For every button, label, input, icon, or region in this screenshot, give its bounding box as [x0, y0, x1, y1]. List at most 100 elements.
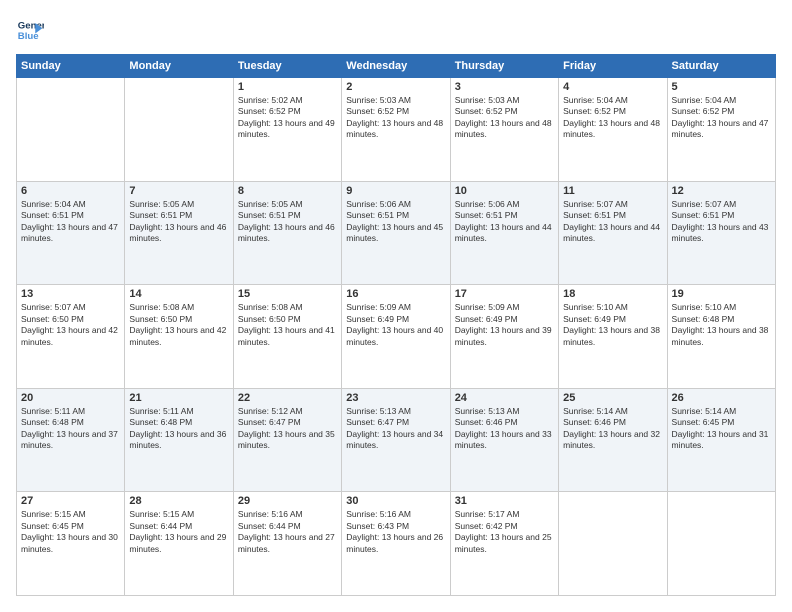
weekday-header: Tuesday [233, 55, 341, 78]
day-number: 15 [238, 288, 337, 300]
calendar-cell: 13Sunrise: 5:07 AM Sunset: 6:50 PM Dayli… [17, 285, 125, 389]
day-detail: Sunrise: 5:17 AM Sunset: 6:42 PM Dayligh… [455, 509, 554, 555]
day-number: 26 [672, 392, 771, 404]
calendar-cell: 31 Sunrise: 5:17 AM Sunset: 6:42 PM Dayli… [450, 492, 558, 596]
day-number: 30 [346, 495, 445, 507]
weekday-header: Sunday [17, 55, 125, 78]
day-number: 4 [563, 81, 662, 93]
day-detail: Sunrise: 5:03 AM Sunset: 6:52 PM Dayligh… [346, 95, 445, 141]
calendar-cell: 30 Sunrise: 5:16 AM Sunset: 6:43 PM Dayli… [342, 492, 450, 596]
weekday-header: Wednesday [342, 55, 450, 78]
calendar-cell: 7 Sunrise: 5:05 AM Sunset: 6:51 PM Daylig… [125, 181, 233, 285]
calendar-cell: 15Sunrise: 5:08 AM Sunset: 6:50 PM Dayli… [233, 285, 341, 389]
day-detail: Sunrise: 5:08 AM Sunset: 6:50 PM Dayligh… [129, 302, 228, 348]
calendar-cell [125, 78, 233, 182]
day-number: 8 [238, 185, 337, 197]
calendar-table: SundayMondayTuesdayWednesdayThursdayFrid… [16, 54, 776, 596]
day-detail: Sunrise: 5:04 AM Sunset: 6:52 PM Dayligh… [563, 95, 662, 141]
calendar-cell: 19 Sunrise: 5:10 AM Sunset: 6:48 PM Dayli… [667, 285, 775, 389]
day-number: 2 [346, 81, 445, 93]
calendar-cell: 24 Sunrise: 5:13 AM Sunset: 6:46 PM Dayli… [450, 388, 558, 492]
weekday-header: Friday [559, 55, 667, 78]
calendar-cell: 10 Sunrise: 5:06 AM Sunset: 6:51 PM Dayli… [450, 181, 558, 285]
day-number: 19 [672, 288, 771, 300]
day-detail: Sunrise: 5:04 AM Sunset: 6:52 PM Dayligh… [672, 95, 771, 141]
day-number: 16 [346, 288, 445, 300]
day-detail: Sunrise: 5:04 AM Sunset: 6:51 PM Dayligh… [21, 199, 120, 245]
day-detail: Sunrise: 5:05 AM Sunset: 6:51 PM Dayligh… [129, 199, 228, 245]
day-detail: Sunrise: 5:15 AM Sunset: 6:45 PM Dayligh… [21, 509, 120, 555]
day-detail: Sunrise: 5:16 AM Sunset: 6:43 PM Dayligh… [346, 509, 445, 555]
day-detail: Sunrise: 5:02 AM Sunset: 6:52 PM Dayligh… [238, 95, 337, 141]
calendar-cell: 5 Sunrise: 5:04 AM Sunset: 6:52 PM Daylig… [667, 78, 775, 182]
calendar-week-row: 1 Sunrise: 5:02 AM Sunset: 6:52 PM Daylig… [17, 78, 776, 182]
calendar-week-row: 27Sunrise: 5:15 AM Sunset: 6:45 PM Dayli… [17, 492, 776, 596]
calendar-cell [667, 492, 775, 596]
page: General Blue SundayMondayTuesdayWednesda… [0, 0, 792, 612]
calendar-cell: 29Sunrise: 5:16 AM Sunset: 6:44 PM Dayli… [233, 492, 341, 596]
day-number: 21 [129, 392, 228, 404]
calendar-cell: 1 Sunrise: 5:02 AM Sunset: 6:52 PM Daylig… [233, 78, 341, 182]
weekday-header: Thursday [450, 55, 558, 78]
day-number: 5 [672, 81, 771, 93]
calendar-cell: 2 Sunrise: 5:03 AM Sunset: 6:52 PM Daylig… [342, 78, 450, 182]
day-detail: Sunrise: 5:07 AM Sunset: 6:50 PM Dayligh… [21, 302, 120, 348]
day-detail: Sunrise: 5:11 AM Sunset: 6:48 PM Dayligh… [21, 406, 120, 452]
day-detail: Sunrise: 5:10 AM Sunset: 6:48 PM Dayligh… [672, 302, 771, 348]
day-number: 28 [129, 495, 228, 507]
day-detail: Sunrise: 5:09 AM Sunset: 6:49 PM Dayligh… [346, 302, 445, 348]
day-number: 17 [455, 288, 554, 300]
day-detail: Sunrise: 5:05 AM Sunset: 6:51 PM Dayligh… [238, 199, 337, 245]
day-detail: Sunrise: 5:13 AM Sunset: 6:47 PM Dayligh… [346, 406, 445, 452]
day-detail: Sunrise: 5:07 AM Sunset: 6:51 PM Dayligh… [672, 199, 771, 245]
calendar-cell: 26 Sunrise: 5:14 AM Sunset: 6:45 PM Dayli… [667, 388, 775, 492]
calendar-cell: 20 Sunrise: 5:11 AM Sunset: 6:48 PM Dayli… [17, 388, 125, 492]
calendar-header-row: SundayMondayTuesdayWednesdayThursdayFrid… [17, 55, 776, 78]
calendar-cell: 23 Sunrise: 5:13 AM Sunset: 6:47 PM Dayli… [342, 388, 450, 492]
day-number: 20 [21, 392, 120, 404]
day-number: 31 [455, 495, 554, 507]
day-number: 23 [346, 392, 445, 404]
logo-icon: General Blue [16, 16, 44, 44]
day-detail: Sunrise: 5:13 AM Sunset: 6:46 PM Dayligh… [455, 406, 554, 452]
day-detail: Sunrise: 5:06 AM Sunset: 6:51 PM Dayligh… [346, 199, 445, 245]
day-detail: Sunrise: 5:15 AM Sunset: 6:44 PM Dayligh… [129, 509, 228, 555]
day-detail: Sunrise: 5:03 AM Sunset: 6:52 PM Dayligh… [455, 95, 554, 141]
calendar-cell: 28 Sunrise: 5:15 AM Sunset: 6:44 PM Dayli… [125, 492, 233, 596]
calendar-cell: 21 Sunrise: 5:11 AM Sunset: 6:48 PM Dayli… [125, 388, 233, 492]
day-number: 6 [21, 185, 120, 197]
day-number: 24 [455, 392, 554, 404]
calendar-cell: 22Sunrise: 5:12 AM Sunset: 6:47 PM Dayli… [233, 388, 341, 492]
day-detail: Sunrise: 5:14 AM Sunset: 6:45 PM Dayligh… [672, 406, 771, 452]
day-number: 18 [563, 288, 662, 300]
day-number: 25 [563, 392, 662, 404]
day-number: 29 [238, 495, 337, 507]
day-detail: Sunrise: 5:07 AM Sunset: 6:51 PM Dayligh… [563, 199, 662, 245]
day-number: 9 [346, 185, 445, 197]
calendar-cell: 16 Sunrise: 5:09 AM Sunset: 6:49 PM Dayli… [342, 285, 450, 389]
day-detail: Sunrise: 5:06 AM Sunset: 6:51 PM Dayligh… [455, 199, 554, 245]
calendar-cell: 11 Sunrise: 5:07 AM Sunset: 6:51 PM Dayli… [559, 181, 667, 285]
calendar-week-row: 6 Sunrise: 5:04 AM Sunset: 6:51 PM Daylig… [17, 181, 776, 285]
weekday-header: Monday [125, 55, 233, 78]
day-detail: Sunrise: 5:11 AM Sunset: 6:48 PM Dayligh… [129, 406, 228, 452]
calendar-cell: 9 Sunrise: 5:06 AM Sunset: 6:51 PM Daylig… [342, 181, 450, 285]
weekday-header: Saturday [667, 55, 775, 78]
header: General Blue [16, 16, 776, 44]
day-number: 1 [238, 81, 337, 93]
day-number: 7 [129, 185, 228, 197]
day-detail: Sunrise: 5:14 AM Sunset: 6:46 PM Dayligh… [563, 406, 662, 452]
calendar-cell: 8 Sunrise: 5:05 AM Sunset: 6:51 PM Daylig… [233, 181, 341, 285]
calendar-cell: 4 Sunrise: 5:04 AM Sunset: 6:52 PM Daylig… [559, 78, 667, 182]
calendar-cell: 14Sunrise: 5:08 AM Sunset: 6:50 PM Dayli… [125, 285, 233, 389]
calendar-cell: 25 Sunrise: 5:14 AM Sunset: 6:46 PM Dayli… [559, 388, 667, 492]
day-number: 3 [455, 81, 554, 93]
day-detail: Sunrise: 5:10 AM Sunset: 6:49 PM Dayligh… [563, 302, 662, 348]
calendar-cell [17, 78, 125, 182]
calendar-cell: 6 Sunrise: 5:04 AM Sunset: 6:51 PM Daylig… [17, 181, 125, 285]
calendar-cell: 27Sunrise: 5:15 AM Sunset: 6:45 PM Dayli… [17, 492, 125, 596]
calendar-cell: 17Sunrise: 5:09 AM Sunset: 6:49 PM Dayli… [450, 285, 558, 389]
day-detail: Sunrise: 5:12 AM Sunset: 6:47 PM Dayligh… [238, 406, 337, 452]
day-number: 10 [455, 185, 554, 197]
day-number: 11 [563, 185, 662, 197]
